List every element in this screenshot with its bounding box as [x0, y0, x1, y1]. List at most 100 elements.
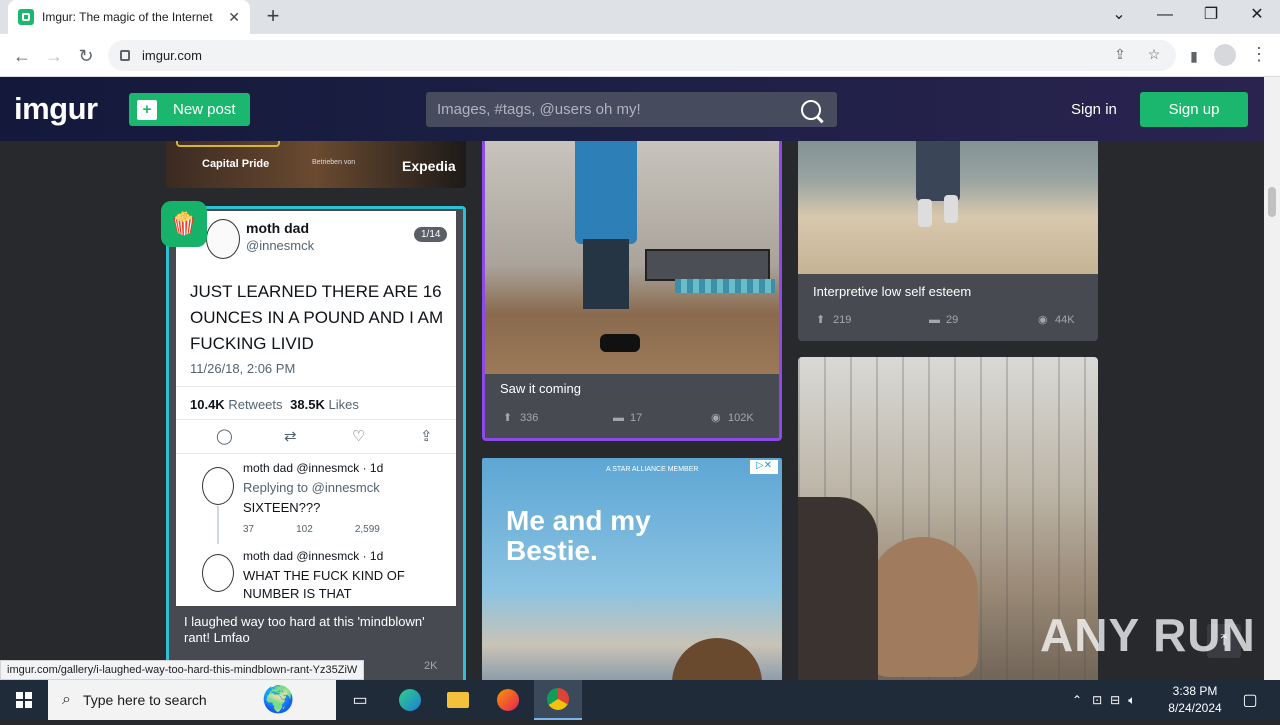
avatar: [202, 554, 234, 592]
taskbar-search-box[interactable]: ⌕ Type here to search 🌍: [48, 680, 336, 720]
views-stat: ◉ 102K: [711, 412, 754, 424]
address-bar[interactable]: imgur.com ⇪ ☆: [108, 40, 1176, 71]
tab-close-icon[interactable]: ✕: [228, 9, 240, 26]
comment-count: 17: [630, 412, 643, 424]
post-card-beach[interactable]: Interpretive low self esteem ⬆ 219 ▬ 29 ◉ 4…: [798, 141, 1098, 341]
imgur-logo[interactable]: imgur: [14, 91, 98, 127]
tweet-date: 11/26/18, 2:06 PM: [190, 361, 296, 376]
upvote-stat: ⬆ 219: [816, 314, 851, 326]
upvote-arrow-icon[interactable]: ⬆: [816, 314, 828, 326]
ad-small-text: A STAR ALLIANCE MEMBER: [606, 466, 699, 473]
imgur-header: imgur + New post Images, #tags, @users o…: [0, 77, 1280, 141]
tray-chevron-icon[interactable]: ⌃: [1072, 693, 1082, 707]
capital-pride-label: Capital Pride: [202, 158, 270, 170]
likes-label: Likes: [328, 397, 359, 412]
new-post-label: New post: [173, 101, 236, 118]
windows-logo-icon: [16, 692, 32, 708]
clock-date: 8/24/2024: [1168, 701, 1222, 715]
divider: [176, 419, 456, 420]
chrome-icon[interactable]: [534, 680, 582, 720]
popcorn-badge-icon: 🍿: [161, 201, 207, 247]
anyrun-watermark: ANY RUN: [1040, 609, 1256, 661]
sign-up-button[interactable]: Sign up: [1140, 92, 1248, 127]
retweets-label: Retweets: [228, 397, 283, 412]
volume-icon[interactable]: 🔈︎: [1128, 693, 1135, 708]
scrollbar-thumb[interactable]: [1268, 187, 1276, 217]
browser-tab-strip: Imgur: The magic of the Internet ✕ + ⌄ —…: [0, 0, 1280, 34]
imgur-favicon-icon: [18, 9, 34, 25]
ad-choices-close-icon[interactable]: ▷✕: [750, 460, 778, 474]
retweet-icon: ⇄: [284, 428, 297, 445]
post-caption: Saw it coming: [500, 381, 581, 396]
back-arrow-icon[interactable]: ←: [8, 42, 36, 70]
reload-icon[interactable]: ↻: [72, 42, 100, 70]
advertisement[interactable]: A STAR ALLIANCE MEMBER ▷✕ Me and my Best…: [482, 458, 782, 680]
profile-avatar-icon[interactable]: [1214, 44, 1236, 66]
forward-arrow-icon[interactable]: →: [40, 42, 68, 70]
reply1-header: moth dad @innesmck · 1d: [243, 461, 384, 475]
post-image: [798, 141, 1098, 274]
comment-icon: ▬: [929, 314, 940, 326]
banner-frame: [176, 141, 280, 147]
restore-button[interactable]: ❐: [1191, 4, 1231, 28]
status-bar-url: imgur.com/gallery/i-laughed-way-too-hard…: [0, 660, 365, 680]
clock-time: 3:38 PM: [1172, 684, 1218, 698]
search-highlight-globe-icon: 🌍: [262, 684, 295, 714]
reply1-replying: Replying to @innesmck: [243, 480, 380, 495]
divider: [176, 453, 456, 454]
edge-browser-icon[interactable]: [386, 680, 434, 720]
browser-tab-imgur[interactable]: Imgur: The magic of the Internet ✕: [8, 0, 250, 34]
new-post-button[interactable]: + New post: [129, 93, 250, 126]
views-count: 102K: [728, 412, 754, 424]
ad-headline-line1: Me and my: [506, 505, 651, 536]
post-caption: I laughed way too hard at this 'mindblow…: [184, 614, 425, 645]
ad-person-hair: [672, 638, 762, 680]
retweet-count: 10.4K: [190, 397, 225, 412]
comment-icon: ▬: [613, 412, 624, 424]
tab-search-chevron-icon[interactable]: ⌄: [1099, 4, 1139, 28]
views-stat: 2K: [424, 660, 438, 672]
task-view-icon[interactable]: ▭: [336, 680, 384, 720]
search-icon[interactable]: [801, 99, 821, 120]
expedia-logo: Expedia: [402, 158, 456, 174]
tab-title: Imgur: The magic of the Internet: [42, 10, 213, 24]
close-window-button[interactable]: ✕: [1237, 4, 1277, 28]
new-tab-button[interactable]: +: [260, 4, 286, 30]
share-icon[interactable]: ⇪: [1110, 46, 1130, 66]
firefox-icon[interactable]: [484, 680, 532, 720]
search-input[interactable]: Images, #tags, @users oh my!: [426, 92, 837, 127]
taskbar-clock[interactable]: 3:38 PM 8/24/2024: [1160, 683, 1230, 717]
post-image: [485, 141, 779, 374]
rug: [675, 279, 775, 293]
reply1-text: SIXTEEN???: [243, 500, 321, 515]
upvote-count: 219: [833, 314, 852, 326]
bookmark-star-icon[interactable]: ☆: [1144, 46, 1164, 66]
page-scrollbar[interactable]: [1264, 77, 1280, 680]
windows-start-button[interactable]: [0, 680, 48, 720]
tray-app-icon[interactable]: ⊡: [1092, 693, 1102, 707]
coffee-table: [645, 249, 770, 281]
post-card[interactable]: Capital Pride Betrieben von Expedia: [166, 141, 466, 188]
minimize-button[interactable]: —: [1145, 4, 1185, 28]
tweet-text: JUST LEARNED THERE ARE 16 OUNCES IN A PO…: [190, 282, 444, 353]
eye-icon: ◉: [1038, 314, 1048, 326]
post-caption: Interpretive low self esteem: [813, 284, 972, 299]
network-icon[interactable]: ⊟: [1110, 693, 1120, 707]
reply-icon: ◯: [216, 428, 233, 445]
tweet-author-handle: @innesmck: [246, 238, 315, 253]
upvote-arrow-icon[interactable]: ⬆: [503, 412, 515, 424]
sign-in-link[interactable]: Sign in: [1071, 101, 1117, 118]
thread-line: [217, 506, 219, 544]
reply1-retweet-count: 102: [296, 524, 313, 535]
avatar: [202, 467, 234, 505]
system-tray: ⌃ ⊡ ⊟ 🔈︎: [1072, 680, 1135, 720]
file-explorer-icon[interactable]: [434, 680, 482, 720]
ad-headline-line2: Bestie.: [506, 535, 598, 566]
tweet-image: moth dad @innesmck 1/14 JUST LEARNED THE…: [176, 211, 456, 606]
comment-stat: ▬ 29: [929, 314, 958, 326]
post-card-video[interactable]: Saw it coming ⬆ 336 ▬ 17 ◉ 102K: [482, 141, 782, 441]
side-panel-icon[interactable]: ▮: [1180, 42, 1208, 70]
notification-icon[interactable]: ▢: [1226, 680, 1274, 720]
post-card-tweet[interactable]: moth dad @innesmck 1/14 JUST LEARNED THE…: [166, 206, 466, 680]
chrome-menu-icon[interactable]: ⋮: [1250, 44, 1268, 65]
